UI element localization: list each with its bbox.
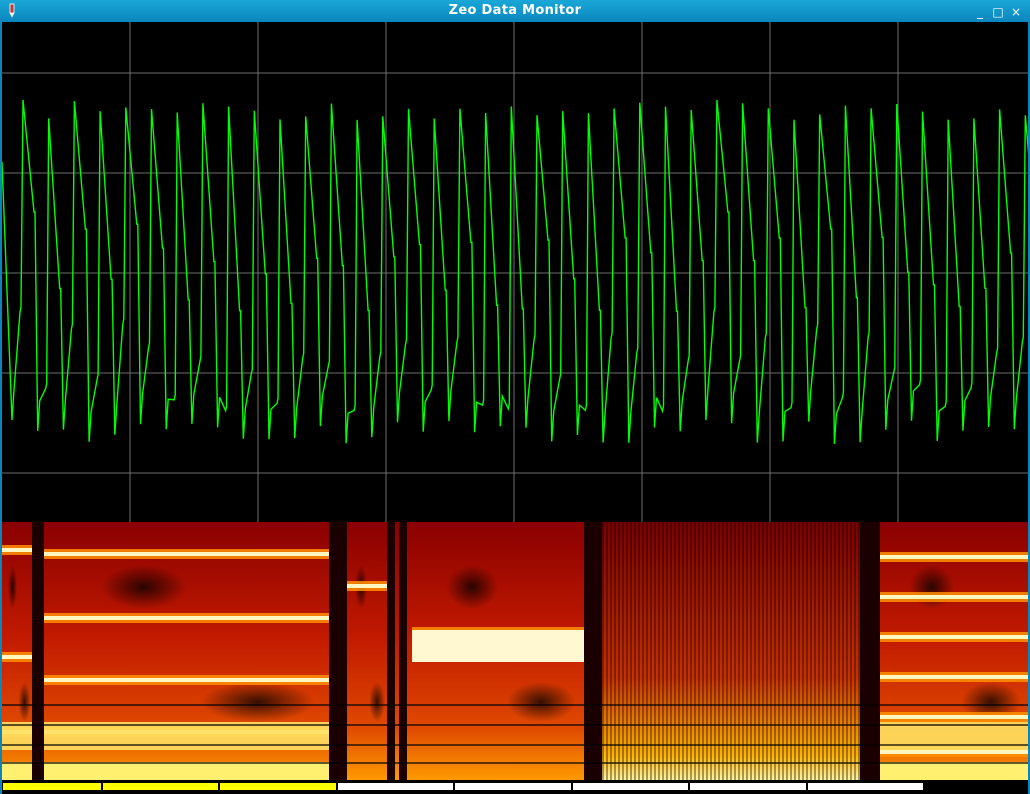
spectrogram-gap: [387, 522, 395, 780]
spectrogram-band: [880, 750, 1028, 754]
spectrogram-low-band: [44, 762, 329, 780]
app-window: Zeo Data Monitor _ □ ×: [0, 0, 1030, 794]
spectrogram-low-band: [2, 762, 32, 780]
spectrogram-gap: [860, 522, 880, 780]
spectrogram-band: [880, 635, 1028, 639]
sleep-stage-segment: [925, 783, 1027, 790]
spectrogram-dark-patch: [18, 682, 31, 722]
spectrogram-gap: [399, 522, 407, 780]
plot-background: [2, 22, 1028, 522]
spectrogram-dark-patch: [101, 565, 187, 609]
spectrogram-band: [2, 548, 32, 552]
maximize-icon[interactable]: □: [991, 5, 1005, 19]
spectrogram: [2, 522, 1028, 780]
spectrogram-low-band: [880, 762, 1028, 780]
spectrogram-band: [44, 552, 329, 556]
spectrogram-band: [2, 655, 32, 659]
spectrogram-gap: [329, 522, 347, 780]
spectrogram-band: [880, 555, 1028, 559]
spectrogram-band: [880, 675, 1028, 679]
spectrogram-dark-patch: [446, 565, 499, 609]
spectrogram-dark-patch: [506, 682, 576, 722]
sleep-stage-segment: [3, 783, 101, 790]
eeg-waveform-plot: [2, 22, 1028, 522]
spectrogram-band: [44, 616, 329, 620]
title-bar[interactable]: Zeo Data Monitor _ □ ×: [0, 0, 1030, 23]
spectrogram-gap: [584, 522, 602, 780]
sleep-stage-segment: [808, 783, 923, 790]
spectrogram-dark-patch: [369, 682, 385, 722]
sleep-stage-segment: [455, 783, 571, 790]
spectrogram-band: [880, 715, 1028, 719]
minimize-icon[interactable]: _: [973, 5, 987, 19]
spectrogram-dark-patch: [200, 682, 315, 722]
spectrogram-stripes: [602, 522, 860, 780]
spectrogram-band: [44, 678, 329, 682]
spectrogram-low-band: [880, 722, 1028, 750]
spectrogram-band: [880, 595, 1028, 599]
spectrogram-bright-region: [412, 630, 584, 662]
window-title: Zeo Data Monitor: [448, 3, 582, 18]
sleep-stage-bar: [2, 780, 1028, 794]
sleep-stage-segment: [220, 783, 336, 790]
sleep-stage-segment: [573, 783, 688, 790]
spectrogram-dark-patch: [909, 565, 954, 609]
close-icon[interactable]: ×: [1009, 5, 1023, 19]
sleep-stage-segment: [690, 783, 806, 790]
spectrogram-band: [347, 584, 387, 588]
spectrogram-dark-patch: [8, 565, 17, 609]
spectrogram-low-band: [2, 722, 32, 750]
spectrogram-gap: [32, 522, 44, 780]
sleep-stage-segment: [103, 783, 218, 790]
spectrogram-low-band: [44, 722, 329, 750]
sleep-stage-segment: [338, 783, 453, 790]
